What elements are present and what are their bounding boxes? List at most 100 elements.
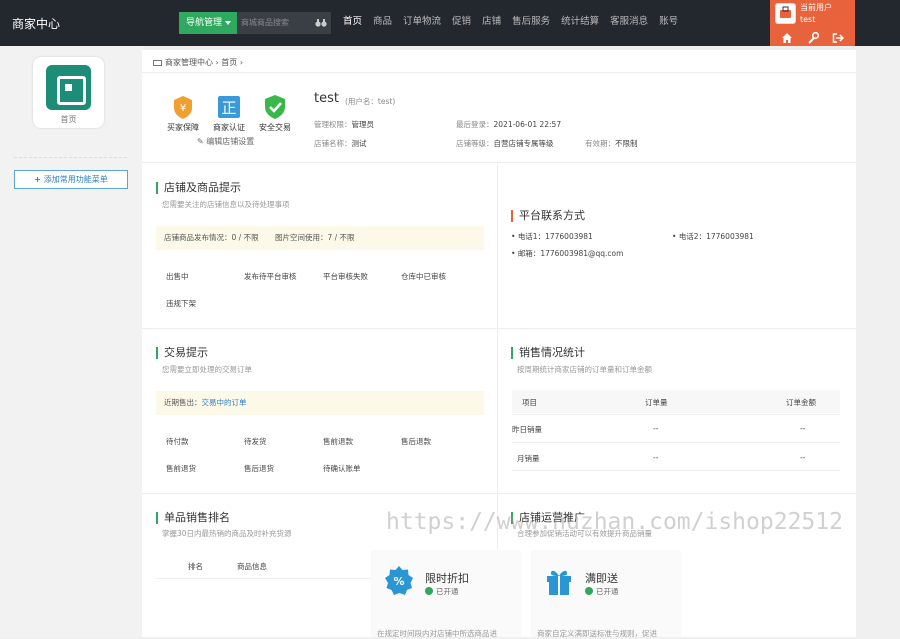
main-content: 商家管理中心 › 首页 › ¥ 买家保障 正 商家认证 安全交易 ✎ 编辑店铺设… [142, 50, 856, 638]
badge-label: 买家保障 [167, 123, 199, 132]
brand-title: 商家中心 [12, 17, 61, 31]
store-notice-box: 店铺商品发布情况：0 / 不限 图片空间使用：7 / 不限 [156, 226, 484, 250]
section-title-platform-contact: 平台联系方式 [511, 210, 585, 222]
trade-link[interactable]: 待确认账单 [323, 463, 361, 474]
buyer-guarantee-badge: ¥ 买家保障 [162, 93, 202, 136]
search-placeholder: 商城商品搜索 [241, 18, 289, 27]
nav-manage-button[interactable]: 导航管理 [179, 12, 237, 34]
menu-item-promotion[interactable]: 促销 [447, 0, 476, 46]
menu-item-account[interactable]: 账号 [654, 0, 683, 46]
top-navbar: 商家中心 导航管理 商城商品搜索 首页 商品 订单物流 促销 店铺 售后服务 统… [0, 0, 900, 46]
divider [142, 493, 856, 494]
add-shortcut-button[interactable]: + 添加常用功能菜单 [14, 170, 128, 189]
promo-card-limited-discount[interactable]: % 限时折扣 已开通 在规定时间段内对店铺中所选商品进 [371, 550, 521, 638]
home-app-icon [46, 65, 91, 110]
validity-label: 有效期： [585, 139, 615, 148]
svg-text:正: 正 [221, 99, 236, 117]
tip-link[interactable]: 仓库中已审核 [401, 271, 446, 282]
search-input[interactable]: 商城商品搜索 [237, 12, 331, 34]
current-user-label: 当前用户 [800, 3, 832, 12]
promotion-cards: % 限时折扣 已开通 在规定时间段内对店铺中所选商品进 满即送 已开通 商家自定… [371, 550, 681, 638]
store-badges: ¥ 买家保障 正 商家认证 安全交易 [162, 93, 294, 136]
promo-card-full-gift[interactable]: 满即送 已开通 商家自定义满即送标准与规则，促进 [531, 550, 681, 638]
check-circle-icon [585, 587, 593, 595]
trade-link[interactable]: 售后退货 [244, 463, 274, 474]
merchant-certified-badge: 正 商家认证 [208, 93, 248, 136]
phone1-value: 1776003981 [545, 232, 593, 241]
promo-desc: 在规定时间段内对店铺中所选商品进 [377, 629, 497, 638]
logout-icon[interactable] [832, 32, 845, 44]
edit-store-link[interactable]: ✎ 编辑店铺设置 [197, 136, 254, 147]
last-login-label: 最后登录： [456, 120, 494, 129]
check-circle-icon [425, 587, 433, 595]
phone1-label: 电话1： [517, 232, 546, 241]
store-name-row: 店铺名称：测试 [314, 138, 367, 149]
trade-link[interactable]: 待付款 [166, 436, 189, 447]
store-level-value: 自营店铺专属等级 [493, 139, 554, 148]
section-title-promotion: 店铺运营推广 [511, 512, 585, 524]
promo-name: 满即送 [585, 572, 618, 585]
gift-icon [547, 570, 571, 595]
column-header: 订单金额 [786, 398, 816, 407]
trading-orders-link[interactable]: 交易中的订单 [202, 398, 247, 407]
binoculars-icon[interactable] [315, 19, 327, 27]
edit-store-label: 编辑店铺设置 [206, 137, 255, 146]
current-user-panel: 当前用户 test [770, 0, 855, 46]
perm-label: 管理权限： [314, 120, 352, 129]
table-cell: -- [653, 453, 659, 462]
buyer-guarantee-icon: ¥ [174, 96, 192, 119]
breadcrumb-current: 首页 [221, 58, 238, 67]
divider [14, 157, 127, 158]
menu-item-store[interactable]: 店铺 [477, 0, 506, 46]
table-cell: 月销量 [517, 454, 540, 463]
menu-item-service[interactable]: 客服消息 [605, 0, 653, 46]
home-icon[interactable] [781, 32, 793, 44]
tip-link[interactable]: 出售中 [166, 271, 189, 282]
section-title-ranking: 单品销售排名 [156, 512, 230, 524]
notice-label: 图片空间使用： [274, 233, 328, 242]
badge-label: 商家认证 [213, 123, 245, 132]
breadcrumb: 商家管理中心 › 首页 › [153, 57, 243, 68]
badge-label: 安全交易 [259, 123, 291, 132]
menu-item-settlement[interactable]: 统计结算 [556, 0, 604, 46]
promo-status: 已开通 [425, 586, 459, 597]
sidebar: 首页 + 添加常用功能菜单 [0, 46, 142, 637]
breadcrumb-root[interactable]: 商家管理中心 [165, 58, 213, 67]
main-menu: 首页 商品 订单物流 促销 店铺 售后服务 统计结算 客服消息 账号 [338, 0, 684, 46]
avatar [775, 3, 796, 24]
trade-link[interactable]: 售前退货 [166, 463, 196, 474]
wrench-icon[interactable] [807, 31, 820, 44]
sidebar-item-home[interactable]: 首页 [33, 57, 104, 128]
add-shortcut-label: 添加常用功能菜单 [43, 175, 108, 184]
menu-item-goods[interactable]: 商品 [368, 0, 397, 46]
tip-link[interactable]: 发布待平台审核 [244, 271, 297, 282]
menu-item-home[interactable]: 首页 [338, 0, 367, 46]
tip-link[interactable]: 违规下架 [166, 298, 196, 309]
trade-link[interactable]: 售后退款 [401, 436, 431, 447]
divider [142, 162, 856, 163]
store-title: test [314, 91, 339, 106]
store-username: (用户名：test) [345, 97, 396, 106]
divider [142, 328, 856, 329]
trade-link[interactable]: 售前退款 [323, 436, 353, 447]
notice-label: 店铺商品发布情况： [164, 233, 232, 242]
tip-link[interactable]: 平台审核失败 [323, 271, 368, 282]
perm-row: 管理权限：管理员 [314, 119, 374, 130]
phone2-value: 1776003981 [706, 232, 754, 241]
column-header: 商品信息 [237, 562, 267, 571]
trade-link[interactable]: 待发货 [244, 436, 267, 447]
menu-item-orders[interactable]: 订单物流 [398, 0, 446, 46]
validity-value: 不限制 [615, 139, 638, 148]
menu-item-aftersale[interactable]: 售后服务 [507, 0, 555, 46]
promo-desc: 商家自定义满即送标准与规则，促进 [537, 629, 657, 638]
merchant-certified-icon: 正 [218, 96, 240, 118]
current-user-name: test [800, 15, 816, 24]
phone2-row: • 电话2：1776003981 [672, 232, 754, 241]
divider [512, 442, 840, 443]
section-subtitle: 掌握30日内最热销的商品及时补充货源 [162, 529, 292, 538]
email-label: 邮箱： [517, 249, 541, 258]
table-cell: 昨日销量 [512, 425, 542, 434]
section-title-trade-tips: 交易提示 [156, 347, 208, 359]
divider [512, 470, 840, 471]
phone2-label: 电话2： [678, 232, 707, 241]
